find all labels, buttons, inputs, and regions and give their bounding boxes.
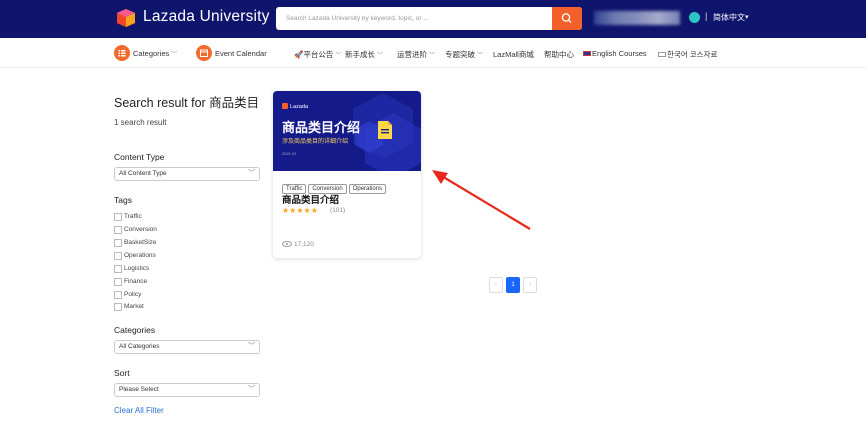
nav-platform-announcements-label: 🚀平台公告 bbox=[294, 50, 334, 59]
tag-label: Market bbox=[124, 303, 144, 310]
thumbnail-brand: Lazada bbox=[282, 103, 308, 110]
sort-label: Sort bbox=[114, 368, 130, 378]
tag-label: Traffic bbox=[124, 213, 142, 220]
nav-advanced-ops-label: 运营进阶 bbox=[397, 50, 427, 59]
thumbnail-brand-text: Lazada bbox=[290, 104, 309, 110]
search-input[interactable] bbox=[276, 7, 552, 30]
chevron-down-icon: ﹀ bbox=[377, 53, 384, 59]
view-count-value: 17,120 bbox=[294, 241, 314, 248]
document-icon bbox=[378, 121, 392, 139]
search-icon bbox=[561, 13, 572, 23]
pagination-page-1[interactable]: 1 bbox=[506, 277, 520, 293]
tags-label: Tags bbox=[114, 195, 132, 205]
calendar-icon[interactable] bbox=[196, 45, 212, 61]
checkbox[interactable] bbox=[114, 265, 122, 273]
chevron-down-icon: ﹀ bbox=[248, 386, 255, 393]
result-count: 1 search result bbox=[114, 118, 167, 127]
course-tag[interactable]: Operations bbox=[348, 184, 387, 194]
content-type-label: Content Type bbox=[114, 152, 165, 162]
nav-event-calendar[interactable]: Event Calendar bbox=[215, 49, 267, 58]
clear-all-filter-link[interactable]: Clear All Filter bbox=[114, 406, 164, 415]
top-header: Lazada University | 简体中文 ▾ bbox=[0, 0, 866, 38]
nav-english-courses-label: English Courses bbox=[592, 49, 647, 58]
tag-label: Logistics bbox=[124, 265, 150, 272]
nav-topic-breakthrough-label: 专题突破 bbox=[445, 50, 475, 59]
checkbox[interactable] bbox=[114, 303, 122, 311]
content-type-select[interactable]: All Content Type ﹀ bbox=[114, 167, 260, 181]
chevron-down-icon[interactable]: ▾ bbox=[745, 13, 749, 21]
nav-lazmall[interactable]: LazMall商城 bbox=[493, 49, 534, 60]
language-separator: | bbox=[705, 11, 708, 21]
sort-select[interactable]: Please Select ﹀ bbox=[114, 383, 260, 397]
checkbox[interactable] bbox=[114, 226, 122, 234]
kr-flag-icon bbox=[658, 52, 666, 57]
pagination-next-button[interactable]: › bbox=[523, 277, 537, 293]
nav-beginner-growth-label: 新手成长 bbox=[345, 50, 375, 59]
eye-icon bbox=[282, 241, 292, 247]
pagination-prev-button[interactable]: ‹ bbox=[489, 277, 503, 293]
checkbox[interactable] bbox=[114, 252, 122, 260]
nav-platform-announcements[interactable]: 🚀平台公告 ﹀ bbox=[294, 49, 341, 60]
nav-beginner-growth[interactable]: 新手成长 ﹀ bbox=[345, 49, 383, 60]
language-selector[interactable]: 简体中文 bbox=[713, 12, 745, 23]
thumbnail-title: 商品类目介绍 bbox=[282, 120, 361, 135]
logo-suffix: University bbox=[199, 8, 270, 25]
search-button[interactable] bbox=[552, 7, 582, 30]
tag-label: Conversion bbox=[124, 226, 157, 233]
categories-icon[interactable] bbox=[114, 45, 130, 61]
nav-categories[interactable]: Categories ﹀ bbox=[133, 49, 177, 58]
page-title: Search result for 商品类目 bbox=[114, 96, 260, 110]
nav-help-center[interactable]: 帮助中心 bbox=[544, 49, 574, 60]
course-card[interactable]: Lazada 商品类目介绍 涉及商品类目的详细介绍 2021.01 Traffi… bbox=[273, 91, 421, 258]
content-type-value: All Content Type bbox=[119, 170, 167, 177]
search-bar bbox=[276, 7, 582, 30]
logo-text[interactable]: Lazada University bbox=[143, 8, 270, 26]
nav-advanced-ops[interactable]: 运营进阶 ﹀ bbox=[397, 49, 435, 60]
star-rating-icon: ★★★★★ bbox=[282, 206, 318, 215]
checkbox[interactable] bbox=[114, 291, 122, 299]
user-account-blurred[interactable] bbox=[594, 11, 680, 25]
tag-label: Finance bbox=[124, 278, 148, 285]
nav-korean-courses-label: 한국어 코스자료 bbox=[667, 50, 718, 59]
uk-flag-icon bbox=[583, 51, 591, 56]
chevron-down-icon: ﹀ bbox=[477, 53, 484, 59]
tag-label: Operations bbox=[124, 252, 156, 259]
chevron-down-icon: ﹀ bbox=[429, 53, 436, 59]
nav-english-courses[interactable]: English Courses bbox=[583, 49, 647, 58]
chevron-down-icon: ﹀ bbox=[248, 170, 255, 177]
chevron-down-icon: ﹀ bbox=[171, 52, 178, 58]
categories-label: Categories bbox=[114, 325, 156, 335]
course-thumbnail[interactable]: Lazada 商品类目介绍 涉及商品类目的详细介绍 2021.01 bbox=[273, 91, 421, 171]
course-title[interactable]: 商品类目介绍 bbox=[282, 192, 339, 206]
view-count: 17,120 bbox=[282, 241, 314, 248]
checkbox[interactable] bbox=[114, 278, 122, 286]
sort-value: Please Select bbox=[119, 386, 159, 393]
globe-icon[interactable] bbox=[689, 12, 700, 23]
nav-categories-label: Categories bbox=[133, 49, 170, 58]
chevron-down-icon: ﹀ bbox=[248, 343, 255, 350]
thumbnail-subtitle: 涉及商品类目的详细介绍 bbox=[282, 139, 349, 145]
nav-topic-breakthrough[interactable]: 专题突破 ﹀ bbox=[445, 49, 483, 60]
categories-value: All Categories bbox=[119, 343, 160, 350]
categories-select[interactable]: All Categories ﹀ bbox=[114, 340, 260, 354]
logo-brand: Lazada bbox=[143, 8, 196, 25]
red-arrow-annotation bbox=[432, 170, 531, 230]
chevron-down-icon: ﹀ bbox=[335, 53, 342, 59]
checkbox[interactable] bbox=[114, 239, 122, 247]
lazada-logo-icon[interactable] bbox=[114, 6, 138, 30]
nav-korean-courses[interactable]: 한국어 코스자료 bbox=[658, 49, 717, 60]
heart-logo-icon bbox=[282, 103, 288, 109]
thumbnail-date: 2021.01 bbox=[282, 151, 297, 156]
tag-label: BasketSize bbox=[124, 239, 157, 246]
rating-count: (101) bbox=[330, 207, 346, 214]
tag-label: Policy bbox=[124, 291, 142, 298]
course-tags: Traffic Conversion Operations bbox=[282, 177, 388, 194]
checkbox[interactable] bbox=[114, 213, 122, 221]
